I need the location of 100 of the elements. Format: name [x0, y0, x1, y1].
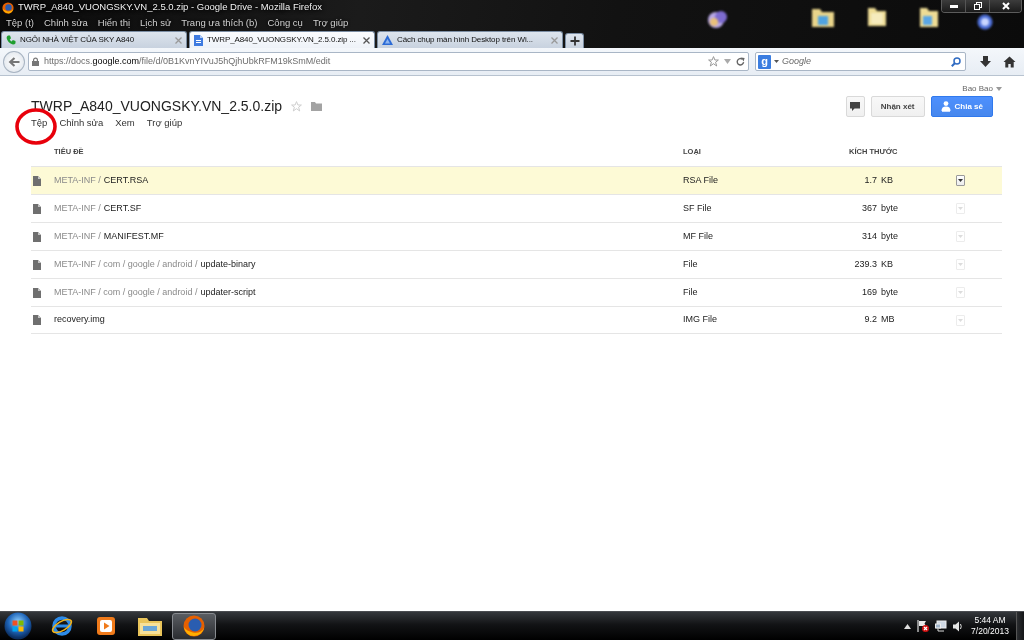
- size-unit: KB: [880, 257, 894, 271]
- search-icon[interactable]: [951, 56, 962, 67]
- play-icon: [96, 616, 116, 636]
- file-type: RSA File: [683, 173, 719, 187]
- comment-button[interactable]: Nhận xét: [870, 96, 925, 117]
- flag-error-icon[interactable]: [917, 620, 929, 632]
- caret-icon: [958, 318, 963, 322]
- browser-tab[interactable]: Cách chụp màn hình Desktop trên Wi...: [377, 31, 563, 48]
- file-type: File: [683, 257, 699, 271]
- menu-item[interactable]: Công cụ: [267, 15, 303, 31]
- triangle-icon: [382, 35, 393, 45]
- caret-icon[interactable]: [774, 60, 779, 63]
- start-button[interactable]: [4, 612, 32, 640]
- menu-item[interactable]: Chỉnh sửa: [59, 117, 104, 129]
- browser-tab[interactable]: NGÔI NHÀ VIỆT CỦA SKY A840: [1, 31, 187, 48]
- speech-bubble-icon: [850, 102, 861, 111]
- home-icon: [1002, 55, 1016, 68]
- file-type: IMG File: [683, 313, 718, 327]
- caret-icon: [958, 207, 963, 210]
- table-row[interactable]: META-INF / com / google / android / updater-script File 169 byte: [31, 278, 1002, 306]
- close-button[interactable]: [990, 0, 1021, 12]
- restore-icon: [973, 2, 982, 10]
- size-unit: byte: [880, 229, 899, 243]
- file-type: MF File: [683, 229, 714, 243]
- shortcut-icon[interactable]: [706, 9, 730, 29]
- file-size: 314: [860, 229, 877, 243]
- menu-item[interactable]: Trợ giúp: [146, 117, 183, 129]
- table-row[interactable]: META-INF / MANIFEST.MF MF File 314 byte: [31, 222, 1002, 250]
- close-icon: [1001, 2, 1010, 10]
- minimize-icon: [949, 4, 958, 8]
- new-tab-button[interactable]: [565, 33, 584, 48]
- folder-icon[interactable]: [920, 6, 938, 27]
- close-icon[interactable]: [363, 36, 370, 44]
- menu-item[interactable]: Lịch sử: [140, 15, 172, 31]
- show-desktop-button[interactable]: [1016, 612, 1024, 640]
- lock-icon: [31, 57, 39, 66]
- phone-icon: [6, 35, 16, 45]
- reload-icon[interactable]: [736, 57, 745, 66]
- caret-icon: [958, 263, 963, 266]
- table-row[interactable]: META-INF / CERT.RSA RSA File 1.7 KB: [31, 166, 1002, 194]
- search-field[interactable]: g Google: [755, 52, 967, 71]
- file-icon: [33, 203, 41, 214]
- browser-tab[interactable]: TWRP_A840_VUONGSKY.VN_2.5.0.zip ...: [189, 31, 375, 48]
- person-icon: [940, 101, 951, 112]
- show-hidden-icons-icon[interactable]: [904, 623, 911, 629]
- bookmark-star-icon[interactable]: [708, 56, 719, 67]
- back-button[interactable]: [3, 50, 25, 73]
- folder-icon[interactable]: [812, 7, 834, 27]
- restore-button[interactable]: [966, 0, 990, 12]
- browser-icon: [51, 615, 73, 637]
- file-size: 367: [860, 201, 877, 215]
- plus-icon: [569, 36, 580, 46]
- file-type: File: [683, 285, 699, 299]
- menu-item[interactable]: Xem: [115, 117, 135, 129]
- file-path[interactable]: recovery.img: [54, 313, 683, 327]
- file-size: 1.7: [863, 173, 877, 187]
- star-icon[interactable]: [291, 101, 303, 112]
- taskbar-clock[interactable]: 5:44 AM 7/20/2013: [970, 615, 1010, 637]
- menu-item[interactable]: Chỉnh sửa: [44, 15, 88, 31]
- search-engine-icon[interactable]: g: [758, 54, 771, 69]
- caret-icon: [958, 179, 963, 182]
- file-path[interactable]: META-INF / CERT.RSA: [54, 173, 683, 188]
- file-icon: [33, 175, 41, 186]
- table-row[interactable]: recovery.img IMG File 9.2 MB: [31, 306, 1002, 334]
- account-name[interactable]: Bao Bao: [962, 83, 993, 95]
- minimize-button[interactable]: [942, 0, 966, 12]
- file-path[interactable]: META-INF / CERT.SF: [54, 201, 683, 216]
- file-type: SF File: [683, 201, 713, 215]
- file-icon: [33, 287, 41, 298]
- file-icon: [33, 315, 41, 325]
- speaker-icon[interactable]: [953, 620, 964, 632]
- globe-icon: [183, 615, 205, 637]
- table-row[interactable]: META-INF / CERT.SF SF File 367 byte: [31, 194, 1002, 222]
- menu-item[interactable]: Trang ưa thích (b): [181, 15, 258, 31]
- document-icon: [194, 34, 203, 46]
- folder-icon: [138, 616, 162, 636]
- taskbar-button[interactable]: [172, 612, 216, 640]
- menu-item[interactable]: Tệp: [31, 117, 48, 129]
- file-path[interactable]: META-INF / MANIFEST.MF: [54, 229, 683, 244]
- file-path[interactable]: META-INF / com / google / android / updater-script: [54, 285, 683, 300]
- table-row[interactable]: META-INF / com / google / android / update-binary File 239.3 KB: [31, 250, 1002, 278]
- row-menu-button[interactable]: [956, 175, 965, 186]
- file-path[interactable]: META-INF / com / google / android / update-binary: [54, 257, 683, 272]
- download-arrow-icon: [979, 55, 991, 68]
- menu-item[interactable]: Tệp (t): [6, 15, 34, 31]
- document-title: TWRP_A840_VUONGSKY.VN_2.5.0.zip: [31, 97, 283, 116]
- menu-item[interactable]: Trợ giúp: [312, 15, 349, 31]
- folder-icon[interactable]: [868, 6, 886, 26]
- url-field[interactable]: https://docs.google.com/file/d/0B1KvnYIVuJ5hQjhUbkRFM19kSmM/edit: [27, 52, 749, 71]
- file-size: 9.2: [863, 313, 877, 327]
- file-size: 239.3: [853, 257, 877, 271]
- firefox-logo-icon: [2, 1, 14, 14]
- file-icon: [33, 231, 41, 242]
- computer-icon[interactable]: [975, 14, 995, 30]
- network-icon[interactable]: [935, 620, 947, 632]
- menu-item[interactable]: Hiển thị: [97, 15, 131, 31]
- file-size: 169: [860, 285, 877, 299]
- back-arrow-icon: [7, 56, 20, 67]
- size-unit: byte: [880, 201, 899, 215]
- comments-button[interactable]: [845, 96, 865, 117]
